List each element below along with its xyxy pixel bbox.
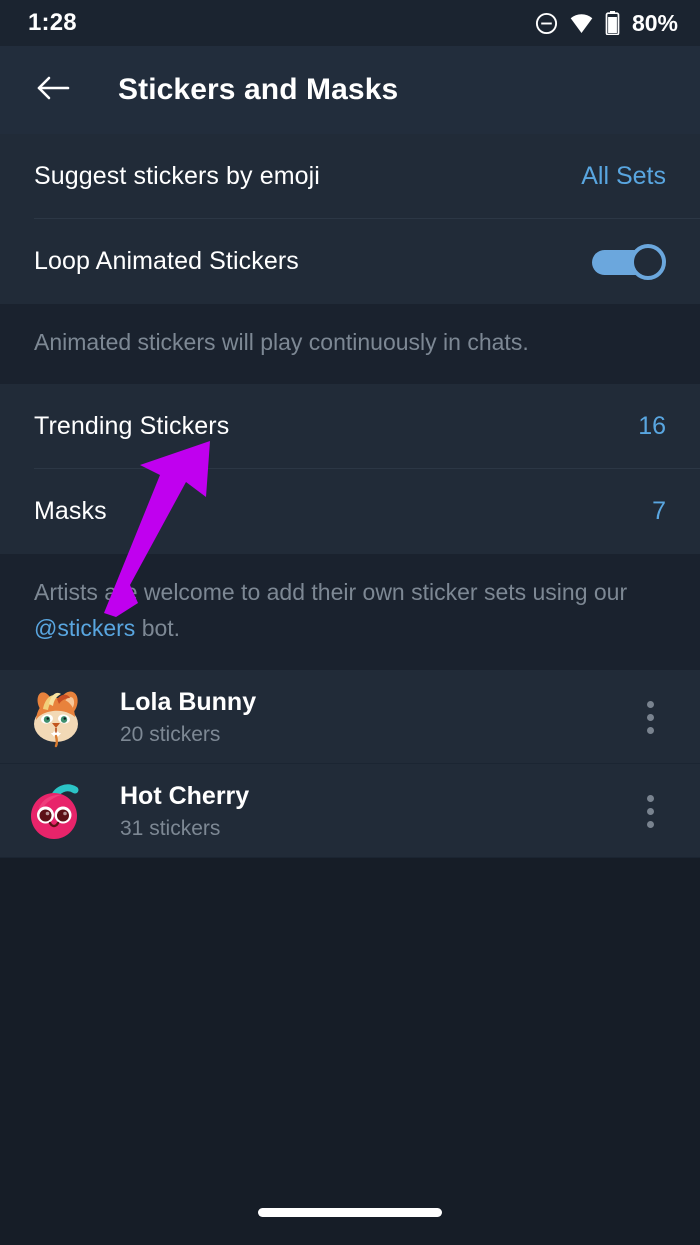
sticker-set-count: 31 stickers [120,816,221,840]
row-trending-stickers[interactable]: Trending Stickers 16 [0,384,700,469]
dot [646,794,654,802]
do-not-disturb-icon [535,12,558,35]
artists-hint: Artists are welcome to add their own sti… [0,554,700,670]
row-divider [0,857,700,858]
overflow-menu-icon[interactable] [630,785,670,837]
sticker-settings-section: Suggest stickers by emoji All Sets Loop … [0,134,700,304]
dot [646,807,654,815]
toggle-thumb [630,243,666,280]
artists-hint-text-before: Artists are welcome to add their own sti… [34,579,628,605]
dot [646,820,654,828]
status-icons: 80% [535,10,678,37]
battery-icon [605,11,620,35]
sticker-set-title: Hot Cherry [120,781,250,810]
loop-animated-stickers-hint: Animated stickers will play continuously… [0,304,700,384]
battery-percent-label: 80% [631,9,678,36]
status-bar: 1:28 80% [0,0,700,46]
sticker-sets-list: Lola Bunny 20 stickers Hot Cherry 31 sti… [0,670,700,858]
list-item-texts: Hot Cherry 31 stickers [120,781,630,842]
back-arrow-icon [36,73,70,108]
artists-hint-text-after: bot. [135,615,181,641]
wifi-icon [569,12,594,34]
dot [646,700,654,708]
sticker-counts-section: Trending Stickers 16 Masks 7 [0,384,700,554]
list-item[interactable]: Lola Bunny 20 stickers [0,670,700,764]
page-title: Stickers and Masks [118,73,399,106]
trending-stickers-label: Trending Stickers [34,412,230,440]
suggest-stickers-value: All Sets [581,162,666,190]
stickers-bot-link[interactable]: @stickers [34,615,135,641]
suggest-stickers-label: Suggest stickers by emoji [34,162,320,190]
hot-cherry-sticker-icon [22,777,90,845]
gesture-nav-area [0,1187,700,1245]
row-suggest-stickers-by-emoji[interactable]: Suggest stickers by emoji All Sets [0,134,700,219]
masks-count: 7 [652,497,666,525]
app-bar: Stickers and Masks [0,46,700,134]
loop-animated-stickers-label: Loop Animated Stickers [34,247,299,275]
phone-screen: 1:28 80% Stickers and Masks Suggest stic… [0,0,700,1245]
dot [646,713,654,721]
lola-bunny-sticker-icon [22,683,90,751]
masks-label: Masks [34,497,107,525]
sticker-set-count: 20 stickers [120,722,221,746]
loop-animated-stickers-toggle[interactable] [592,243,666,280]
row-masks[interactable]: Masks 7 [0,469,700,554]
dot [646,726,654,734]
back-button[interactable] [30,67,76,113]
sticker-set-title: Lola Bunny [120,687,257,716]
status-time: 1:28 [28,9,77,36]
list-item[interactable]: Hot Cherry 31 stickers [0,764,700,858]
loop-hint-text: Animated stickers will play continuously… [34,329,529,355]
home-gesture-pill[interactable] [258,1207,442,1217]
list-item-texts: Lola Bunny 20 stickers [120,687,630,748]
row-loop-animated-stickers[interactable]: Loop Animated Stickers [0,219,700,304]
overflow-menu-icon[interactable] [630,691,670,743]
trending-stickers-count: 16 [638,412,666,440]
